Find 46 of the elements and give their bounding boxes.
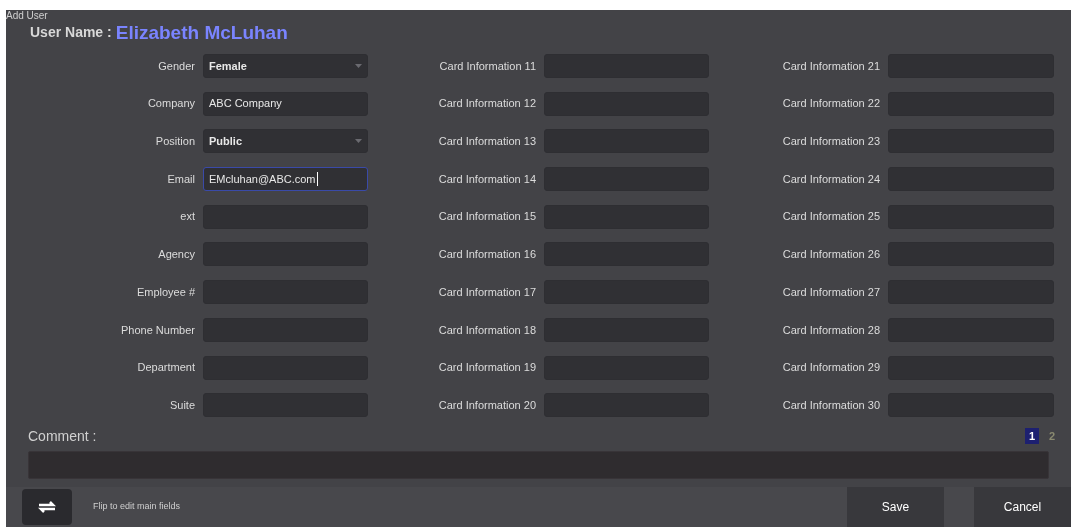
field-label: Card Information 26 bbox=[781, 247, 880, 263]
input-field[interactable]: ABC Company bbox=[203, 91, 368, 116]
user-name: Elizabeth McLuhan bbox=[115, 23, 288, 43]
field-label: Card Information 12 bbox=[437, 96, 536, 112]
field-label: Card Information 11 bbox=[438, 58, 536, 74]
field-label: Card Information 27 bbox=[781, 284, 880, 300]
field-label: Card Information 21 bbox=[781, 58, 880, 74]
field-label: Card Information 17 bbox=[437, 284, 536, 300]
field-label: Position bbox=[154, 133, 195, 149]
field-label: Company bbox=[146, 96, 195, 112]
cancel-button[interactable]: Cancel bbox=[974, 487, 1071, 527]
dropdown-arrow-icon bbox=[355, 139, 362, 144]
field-label: Card Information 29 bbox=[781, 360, 880, 376]
dropdown-arrow-icon bbox=[355, 63, 362, 68]
page-button[interactable]: 1 bbox=[1025, 428, 1039, 445]
field-label: Card Information 20 bbox=[437, 398, 536, 413]
field-label: Phone Number bbox=[120, 322, 195, 338]
field-label: ext bbox=[179, 209, 195, 225]
dropdown[interactable]: Public bbox=[203, 129, 368, 154]
field-label: Card Information 18 bbox=[437, 322, 536, 338]
comment-field[interactable] bbox=[28, 451, 1049, 479]
field-label: Suite bbox=[168, 398, 195, 413]
field-label: Agency bbox=[157, 247, 195, 263]
field-label: Card Information 16 bbox=[437, 247, 536, 263]
field-label: Card Information 28 bbox=[781, 322, 880, 338]
flip-hint: Flip to edit main fields bbox=[93, 500, 181, 514]
flip-button[interactable] bbox=[22, 489, 72, 525]
input-field[interactable]: EMcluhan@ABC.com bbox=[203, 166, 368, 191]
save-button[interactable]: Save bbox=[847, 487, 944, 527]
field-label: Card Information 14 bbox=[437, 171, 536, 187]
field-label: Card Information 22 bbox=[781, 96, 880, 112]
field-label: Card Information 24 bbox=[781, 171, 880, 187]
field-label: Employee # bbox=[135, 284, 195, 300]
field-label: Email bbox=[166, 171, 195, 187]
field-label: Card Information 19 bbox=[437, 360, 536, 376]
user-name-label: User Name : bbox=[30, 23, 112, 43]
dropdown[interactable]: Female bbox=[203, 53, 368, 78]
field-label: Department bbox=[136, 360, 195, 376]
comment-label: Comment : bbox=[28, 426, 97, 446]
field-label: Card Information 30 bbox=[781, 398, 880, 413]
field-label: Card Information 15 bbox=[437, 209, 536, 225]
field-label: Card Information 25 bbox=[781, 209, 880, 225]
field-label: Card Information 23 bbox=[781, 133, 880, 149]
window-title: Add User bbox=[6, 10, 48, 21]
field-label: Card Information 13 bbox=[437, 133, 536, 149]
field-label: Gender bbox=[157, 58, 195, 74]
